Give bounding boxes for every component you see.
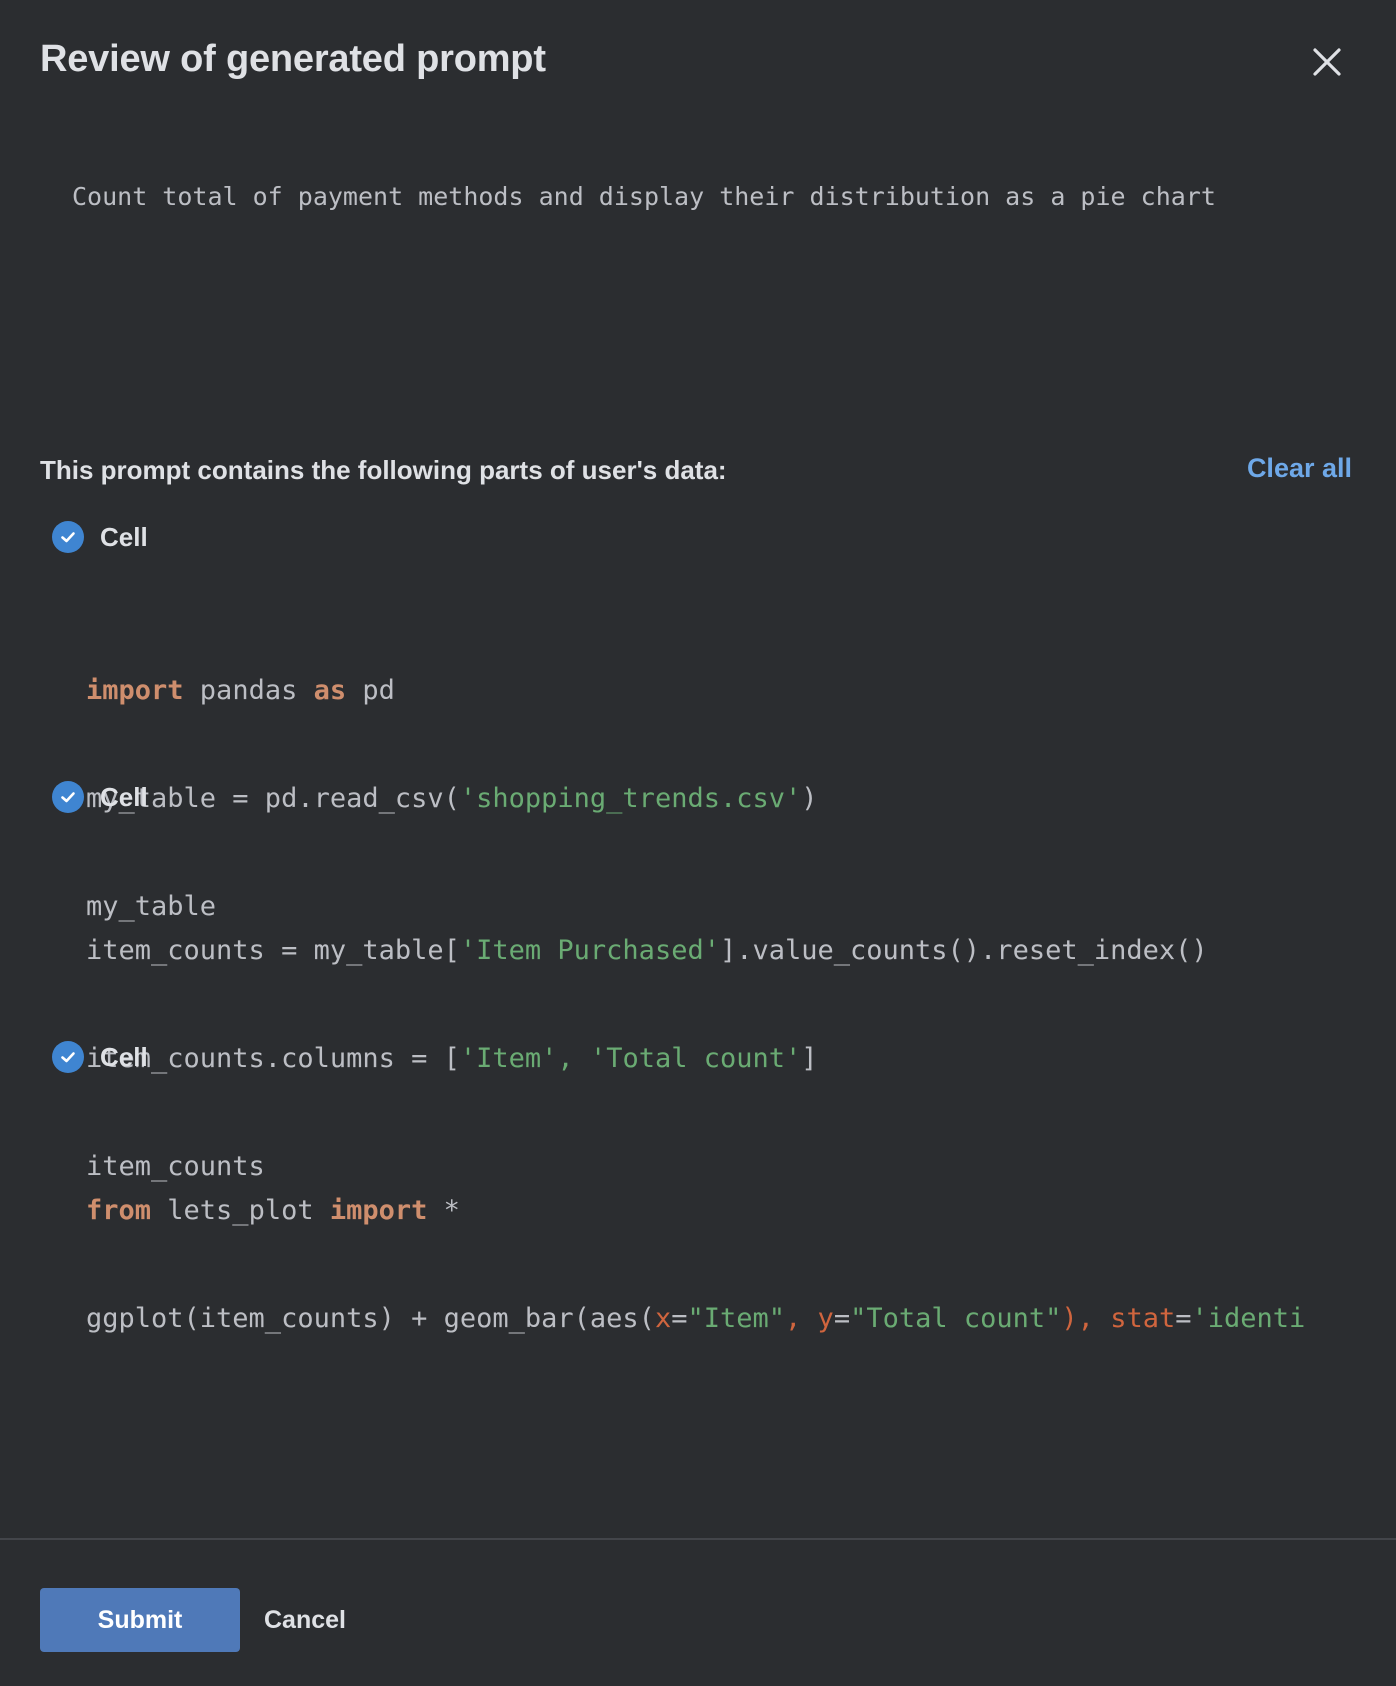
code-text: ) xyxy=(801,783,818,814)
close-icon[interactable] xyxy=(1310,45,1344,79)
code-param: x xyxy=(654,1303,672,1334)
code-string: 'identi xyxy=(1191,1303,1306,1334)
review-prompt-dialog: Review of generated prompt Count total o… xyxy=(0,0,1396,1686)
code-param: stat xyxy=(1110,1303,1176,1334)
cell-code-block: from lets_plot import * ggplot(item_coun… xyxy=(86,1121,1340,1409)
cell-label: Cell xyxy=(100,1041,148,1072)
code-string: "Item" xyxy=(687,1303,786,1334)
code-text: * xyxy=(427,1195,460,1226)
code-keyword: import xyxy=(329,1195,428,1226)
code-text: lets_plot xyxy=(151,1195,330,1226)
code-text: ] xyxy=(801,1043,818,1074)
code-line: ggplot(item_counts) + geom_bar(aes(x="It… xyxy=(86,1301,1340,1337)
code-string: 'Item' xyxy=(459,1043,558,1074)
cell-header: Cell xyxy=(52,520,148,554)
checkbox-checked-icon[interactable] xyxy=(52,781,84,813)
code-line: import pandas as pd xyxy=(86,673,1340,709)
code-text: pd xyxy=(346,675,395,706)
footer-divider xyxy=(0,1538,1396,1540)
user-data-header: This prompt contains the following parts… xyxy=(40,455,727,485)
code-string: 'Total count' xyxy=(589,1043,802,1074)
code-param: y xyxy=(817,1303,834,1334)
close-button[interactable] xyxy=(1310,45,1344,79)
code-line: my_table = pd.read_csv('shopping_trends.… xyxy=(86,781,1340,817)
dialog-title: Review of generated prompt xyxy=(40,38,546,80)
clear-all-link[interactable]: Clear all xyxy=(1247,453,1352,484)
checkbox-checked-icon[interactable] xyxy=(52,521,84,553)
code-line: item_counts.columns = ['Item', 'Total co… xyxy=(86,1041,1340,1077)
code-text: , xyxy=(557,1043,590,1074)
cancel-button[interactable]: Cancel xyxy=(264,1588,346,1652)
code-line: from lets_plot import * xyxy=(86,1193,1340,1229)
code-string: 'Item Purchased' xyxy=(459,935,720,966)
code-text: , xyxy=(785,1303,818,1334)
code-text: item_counts = my_table[ xyxy=(86,935,460,966)
code-text: = xyxy=(1175,1303,1192,1334)
submit-button[interactable]: Submit xyxy=(40,1588,240,1652)
prompt-text[interactable]: Count total of payment methods and displ… xyxy=(72,182,1216,211)
code-keyword: as xyxy=(313,675,347,706)
cell-header: Cell xyxy=(52,780,148,814)
cell-header: Cell xyxy=(52,1040,148,1074)
code-text: ].value_counts().reset_index() xyxy=(719,935,1208,966)
code-text: ), xyxy=(1061,1303,1111,1334)
code-string: "Total count" xyxy=(850,1303,1062,1334)
checkbox-checked-icon[interactable] xyxy=(52,1041,84,1073)
code-text: = xyxy=(671,1303,688,1334)
code-line: item_counts = my_table['Item Purchased']… xyxy=(86,933,1340,969)
code-text: ggplot(item_counts) + geom_bar(aes( xyxy=(86,1303,655,1334)
code-string: 'shopping_trends.csv' xyxy=(459,783,802,814)
code-keyword: import xyxy=(86,675,184,706)
code-keyword: from xyxy=(86,1195,152,1226)
code-text: pandas xyxy=(183,675,314,706)
code-text: = xyxy=(833,1303,851,1334)
cell-label: Cell xyxy=(100,521,148,552)
cell-label: Cell xyxy=(100,781,148,812)
